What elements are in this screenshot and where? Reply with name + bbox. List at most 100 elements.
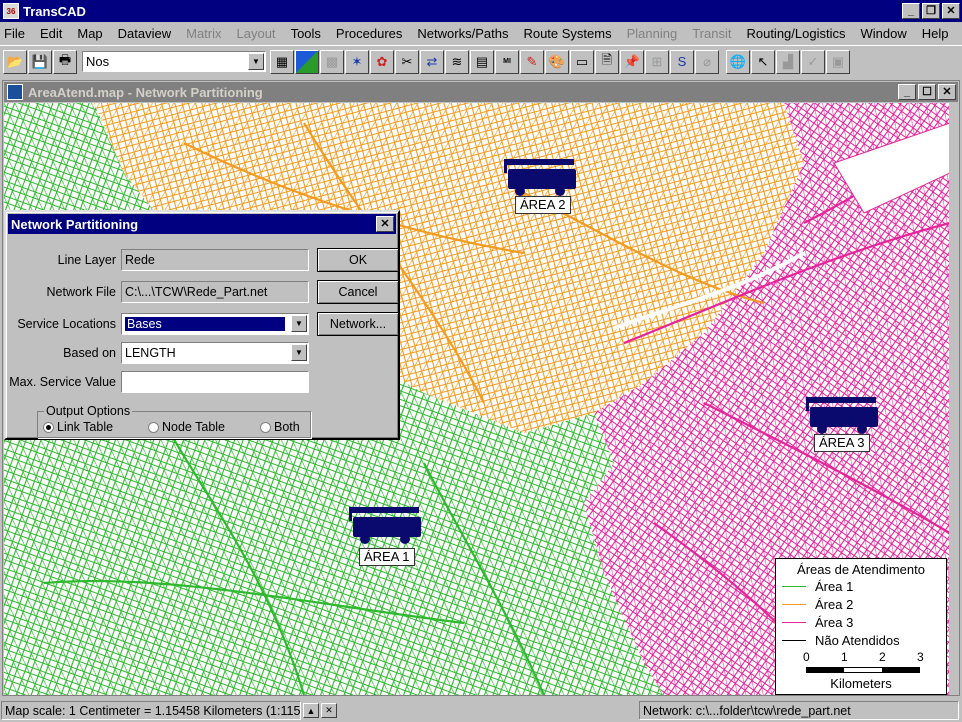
map-maximize-button[interactable]: ☐ (918, 84, 936, 100)
service-locations-label: Service Locations (17, 317, 116, 331)
print-icon[interactable]: 🖶 (53, 49, 77, 74)
menu-file[interactable]: File (4, 26, 25, 41)
layer-style-icon[interactable] (295, 49, 319, 74)
scale-tick-1: 1 (841, 650, 848, 664)
based-on-label: Based on (63, 346, 116, 360)
map-icon[interactable] (7, 84, 23, 100)
menu-matrix[interactable]: Matrix (186, 26, 221, 41)
based-on-value: LENGTH (125, 346, 176, 360)
app-title: TransCAD (23, 3, 86, 19)
map-scrollbar[interactable] (949, 103, 958, 695)
menu-layout[interactable]: Layout (237, 26, 276, 41)
network-icon[interactable]: ⇄ (420, 49, 444, 74)
legend-title: Áreas de Atendimento (797, 562, 925, 577)
palette-icon[interactable]: 🎨 (545, 49, 569, 74)
status-close-icon[interactable]: ✕ (321, 703, 337, 718)
based-on-select[interactable]: LENGTH ▼ (121, 342, 309, 364)
map-legend: Áreas de Atendimento Área 1 Área 2 Área … (775, 558, 947, 695)
pointer-icon[interactable]: ↖ (751, 49, 775, 74)
pattern-icon[interactable]: ▩ (320, 49, 344, 74)
menu-networks-paths[interactable]: Networks/Paths (417, 26, 508, 41)
scale-tick-2: 2 (879, 650, 886, 664)
network-button[interactable]: Network... (317, 312, 399, 336)
chart-icon[interactable]: ▟ (776, 49, 800, 74)
menu-procedures[interactable]: Procedures (336, 26, 402, 41)
status-up-icon[interactable]: ▲ (303, 703, 319, 718)
menu-window[interactable]: Window (860, 26, 906, 41)
menu-bar: File Edit Map Dataview Matrix Layout Too… (0, 22, 962, 44)
radio-both[interactable]: Both (260, 420, 300, 434)
line-layer-label: Line Layer (57, 253, 116, 267)
line-layer-field: Rede (121, 249, 309, 271)
output-options-label: Output Options (44, 404, 133, 418)
chevron-down-icon[interactable]: ▼ (291, 315, 307, 332)
menu-dataview[interactable]: Dataview (118, 26, 171, 41)
app-restore-button[interactable]: ❐ (922, 3, 940, 19)
legend-item-area-1: Área 1 (782, 579, 853, 594)
network-file-field: C:\...\TCW\Rede_Part.net (121, 281, 309, 303)
legend-item-area-2: Área 2 (782, 597, 853, 612)
layout-icon[interactable]: ▣ (826, 49, 850, 74)
app-minimize-button[interactable]: _ (902, 3, 920, 19)
chevron-down-icon[interactable]: ▼ (248, 53, 264, 70)
dataview-icon[interactable]: ▦ (270, 49, 294, 74)
menu-tools[interactable]: Tools (291, 26, 321, 41)
scissors-icon[interactable]: ✂ (395, 49, 419, 74)
service-locations-select[interactable]: Bases ▼ (121, 313, 309, 335)
status-map-scale: Map scale: 1 Centimeter = 1.15458 Kilome… (1, 701, 301, 720)
cancel-button[interactable]: Cancel (317, 280, 399, 304)
legend-item-unserved: Não Atendidos (782, 633, 900, 648)
radio-link-table[interactable]: Link Table (43, 420, 113, 434)
network-file-label: Network File (46, 285, 116, 299)
map-close-button[interactable]: ✕ (938, 84, 956, 100)
check-icon[interactable]: ✓ (801, 49, 825, 74)
menu-route-systems[interactable]: Route Systems (523, 26, 611, 41)
max-service-label: Max. Service Value (9, 375, 116, 389)
report-icon[interactable]: 🗎 (595, 49, 619, 74)
radio-selected-icon (43, 421, 54, 433)
menu-map[interactable]: Map (77, 26, 102, 41)
map-title: AreaAtend.map - Network Partitioning (28, 84, 263, 100)
area-1-label: ÁREA 1 (359, 548, 415, 566)
dialog-close-button[interactable]: ✕ (376, 216, 394, 232)
menu-routing-logistics[interactable]: Routing/Logistics (746, 26, 845, 41)
menu-help[interactable]: Help (922, 26, 949, 41)
grid-icon[interactable]: ⊞ (645, 49, 669, 74)
scale-unit: Kilometers (830, 676, 892, 691)
stars-icon[interactable]: ✶ (345, 49, 369, 74)
app-icon[interactable]: 36 (3, 3, 19, 19)
open-folder-icon[interactable]: 📂 (3, 49, 27, 74)
radio-node-table[interactable]: Node Table (148, 420, 225, 434)
no-symbol-icon[interactable]: ⌀ (695, 49, 719, 74)
radio-icon (260, 421, 271, 433)
save-icon[interactable]: 💾 (28, 49, 52, 74)
max-service-input[interactable] (121, 371, 309, 393)
chevron-down-icon[interactable]: ▼ (291, 344, 307, 361)
menu-planning[interactable]: Planning (627, 26, 678, 41)
mi-km-icon[interactable]: MI (495, 49, 519, 74)
dialog-titlebar: Network Partitioning ✕ (8, 214, 396, 234)
label-icon[interactable]: ▭ (570, 49, 594, 74)
layer-combo[interactable]: Nos ▼ (82, 51, 266, 72)
pin-icon[interactable]: 📌 (620, 49, 644, 74)
scale-tick-0: 0 (803, 650, 810, 664)
map-titlebar: AreaAtend.map - Network Partitioning _ ☐… (4, 82, 958, 102)
pencil-icon[interactable]: ✎ (520, 49, 544, 74)
ok-button[interactable]: OK (317, 248, 399, 272)
scale-bar (806, 667, 920, 673)
route-icon[interactable]: S (670, 49, 694, 74)
radio-icon (148, 421, 159, 433)
app-close-button[interactable]: ✕ (942, 3, 960, 19)
layers-icon[interactable]: ≋ (445, 49, 469, 74)
legend-item-area-3: Área 3 (782, 615, 853, 630)
area-3-label: ÁREA 3 (814, 434, 870, 452)
menu-transit[interactable]: Transit (692, 26, 731, 41)
scale-tick-3: 3 (917, 650, 924, 664)
dialog-title: Network Partitioning (11, 216, 139, 232)
theme-icon[interactable]: ✿ (370, 49, 394, 74)
menu-edit[interactable]: Edit (40, 26, 62, 41)
service-locations-value: Bases (124, 316, 286, 332)
map-minimize-button[interactable]: _ (898, 84, 916, 100)
globe-icon[interactable]: 🌐 (726, 49, 750, 74)
notes-icon[interactable]: ▤ (470, 49, 494, 74)
